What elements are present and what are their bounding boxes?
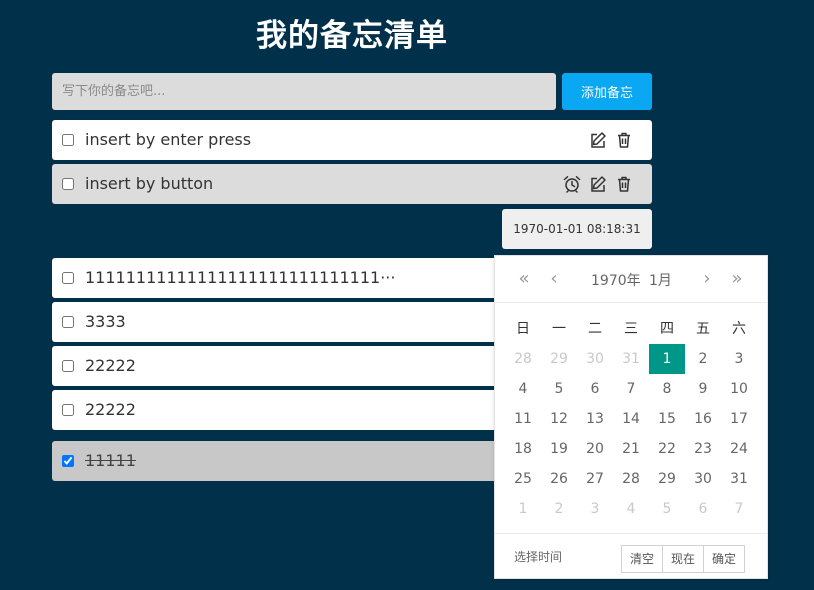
weekday-label: 三 <box>624 321 638 337</box>
date-picker-header: « ‹ 1970年 1月 › » <box>495 256 767 303</box>
memo-text: insert by button <box>85 174 214 193</box>
memo-checkbox[interactable] <box>62 404 74 416</box>
day-cell[interactable]: 7 <box>721 494 757 524</box>
memo-checkbox[interactable] <box>62 360 74 372</box>
weekday-header: 日 一 二 三 四 五 六 <box>505 314 757 344</box>
weekday-label: 一 <box>552 321 566 337</box>
clear-button[interactable]: 清空 <box>621 545 664 573</box>
day-cell[interactable]: 9 <box>685 374 721 404</box>
day-cell[interactable]: 4 <box>613 494 649 524</box>
memo-checkbox[interactable] <box>62 455 74 467</box>
memo-text: 11111 <box>85 451 136 470</box>
weekday-label: 四 <box>660 321 674 337</box>
trash-icon[interactable] <box>615 175 633 193</box>
day-cell[interactable]: 28 <box>505 344 541 374</box>
day-cell[interactable]: 25 <box>505 464 541 494</box>
day-cell[interactable]: 23 <box>685 434 721 464</box>
day-cell[interactable]: 22 <box>649 434 685 464</box>
memo-item: insert by enter press <box>52 120 652 160</box>
day-cell[interactable]: 31 <box>721 464 757 494</box>
calendar-week: 1 2 3 4 5 6 7 <box>505 494 757 524</box>
weekday-label: 六 <box>732 321 746 337</box>
day-cell[interactable]: 4 <box>505 374 541 404</box>
day-cell[interactable]: 1 <box>505 494 541 524</box>
day-cell[interactable]: 13 <box>577 404 613 434</box>
day-cell[interactable]: 6 <box>577 374 613 404</box>
day-cell[interactable]: 20 <box>577 434 613 464</box>
day-cell[interactable]: 29 <box>541 344 577 374</box>
date-picker-footer: 选择时间 清空 现在 确定 <box>495 533 767 579</box>
weekday-label: 日 <box>516 321 530 337</box>
trash-icon[interactable] <box>615 131 633 149</box>
day-cell[interactable]: 15 <box>649 404 685 434</box>
day-cell[interactable]: 2 <box>685 344 721 374</box>
day-cell[interactable]: 21 <box>613 434 649 464</box>
memo-item: insert by button <box>52 164 652 204</box>
calendar-week: 4 5 6 7 8 9 10 <box>505 374 757 404</box>
year-label[interactable]: 1970年 <box>591 256 641 306</box>
day-cell[interactable]: 30 <box>685 464 721 494</box>
day-cell[interactable]: 3 <box>721 344 757 374</box>
day-cell[interactable]: 31 <box>613 344 649 374</box>
day-cell-selected[interactable]: 1 <box>649 344 685 374</box>
day-cell[interactable]: 30 <box>577 344 613 374</box>
edit-icon[interactable] <box>589 131 607 149</box>
day-cell[interactable]: 19 <box>541 434 577 464</box>
calendar-week: 28 29 30 31 1 2 3 <box>505 344 757 374</box>
calendar-week: 11 12 13 14 15 16 17 <box>505 404 757 434</box>
footer-buttons: 清空 现在 确定 <box>621 545 746 573</box>
calendar-grid: 日 一 二 三 四 五 六 28 29 30 31 1 2 3 4 5 6 7 … <box>505 314 757 524</box>
memo-input[interactable] <box>52 73 556 110</box>
day-cell[interactable]: 24 <box>721 434 757 464</box>
memo-text: 3333 <box>85 312 126 331</box>
memo-checkbox[interactable] <box>62 272 74 284</box>
next-month-button[interactable]: › <box>696 268 718 290</box>
alarm-clock-icon[interactable] <box>563 175 581 193</box>
weekday-label: 五 <box>696 321 710 337</box>
choose-time-button[interactable]: 选择时间 <box>514 534 562 580</box>
day-cell[interactable]: 29 <box>649 464 685 494</box>
date-picker: « ‹ 1970年 1月 › » 日 一 二 三 四 五 六 28 29 30 … <box>494 255 768 579</box>
day-cell[interactable]: 6 <box>685 494 721 524</box>
add-memo-button[interactable]: 添加备忘 <box>562 73 652 110</box>
next-year-button[interactable]: » <box>726 268 748 290</box>
day-cell[interactable]: 27 <box>577 464 613 494</box>
day-cell[interactable]: 26 <box>541 464 577 494</box>
confirm-button[interactable]: 确定 <box>703 545 746 573</box>
prev-month-button[interactable]: ‹ <box>543 268 565 290</box>
calendar-week: 25 26 27 28 29 30 31 <box>505 464 757 494</box>
edit-icon[interactable] <box>589 175 607 193</box>
day-cell[interactable]: 28 <box>613 464 649 494</box>
day-cell[interactable]: 5 <box>649 494 685 524</box>
day-cell[interactable]: 11 <box>505 404 541 434</box>
day-cell[interactable]: 8 <box>649 374 685 404</box>
day-cell[interactable]: 3 <box>577 494 613 524</box>
memo-checkbox[interactable] <box>62 316 74 328</box>
memo-text: 11111111111111111111111111111··· <box>85 268 396 287</box>
month-label[interactable]: 1月 <box>649 256 672 306</box>
memo-text: 22222 <box>85 356 136 375</box>
day-cell[interactable]: 2 <box>541 494 577 524</box>
memo-text: 22222 <box>85 400 136 419</box>
calendar-week: 18 19 20 21 22 23 24 <box>505 434 757 464</box>
reminder-time-display[interactable]: 1970-01-01 08:18:31 <box>502 209 652 249</box>
weekday-label: 二 <box>588 321 602 337</box>
day-cell[interactable]: 17 <box>721 404 757 434</box>
day-cell[interactable]: 16 <box>685 404 721 434</box>
day-cell[interactable]: 14 <box>613 404 649 434</box>
memo-text: insert by enter press <box>85 130 252 149</box>
day-cell[interactable]: 10 <box>721 374 757 404</box>
day-cell[interactable]: 18 <box>505 434 541 464</box>
memo-checkbox[interactable] <box>62 178 74 190</box>
memo-checkbox[interactable] <box>62 134 74 146</box>
day-cell[interactable]: 12 <box>541 404 577 434</box>
page-title: 我的备忘清单 <box>256 18 448 54</box>
add-memo-row: 添加备忘 <box>52 73 652 110</box>
prev-year-button[interactable]: « <box>513 268 535 290</box>
day-cell[interactable]: 7 <box>613 374 649 404</box>
day-cell[interactable]: 5 <box>541 374 577 404</box>
now-button[interactable]: 现在 <box>662 545 705 573</box>
